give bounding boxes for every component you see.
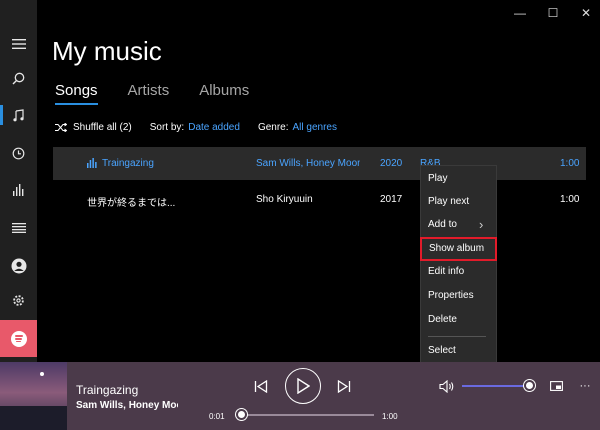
song-artist: Sho Kiryuuin	[256, 194, 313, 205]
minimize-button[interactable]: —	[507, 4, 533, 22]
song-title: 世界が終るまでは...	[87, 198, 176, 209]
sort-label: Sort by:	[149, 122, 185, 133]
menu-item-show-album[interactable]: Show album	[420, 237, 497, 261]
now-playing-bars-icon	[87, 158, 97, 171]
menu-item-delete[interactable]: Delete	[421, 310, 496, 330]
previous-icon	[254, 379, 268, 393]
shuffle-icon	[55, 123, 67, 132]
genre-label: Genre:	[257, 122, 289, 133]
spotify-button[interactable]	[0, 320, 37, 357]
menu-divider	[428, 336, 486, 337]
settings-icon[interactable]	[0, 282, 37, 318]
total-time: 1:00	[382, 412, 398, 421]
elapsed-time: 0:01	[209, 412, 225, 421]
volume-slider[interactable]	[462, 385, 528, 387]
filter-bar: Shuffle all (2) Sort by: Date added Genr…	[55, 122, 337, 133]
menu-item-properties[interactable]: Properties	[421, 286, 496, 306]
mini-view-button[interactable]	[548, 377, 564, 395]
hamburger-menu-icon[interactable]	[0, 26, 37, 62]
tab-artists[interactable]: Artists	[128, 82, 170, 105]
player-bar: Traingazing Sam Wills, Honey Moon 0:01 1…	[0, 362, 600, 430]
menu-item-add-to[interactable]: Add to ›	[421, 215, 496, 235]
volume-handle[interactable]	[524, 380, 535, 391]
song-duration: 1:00	[560, 194, 580, 205]
speaker-icon	[439, 379, 454, 393]
context-menu: Play Play next Add to › Show album Edit …	[420, 165, 497, 366]
song-year: 2020	[380, 158, 403, 169]
music-note-icon[interactable]	[0, 97, 37, 133]
play-button[interactable]	[285, 368, 321, 404]
menu-item-label: Add to	[428, 219, 457, 230]
now-playing-bars-icon[interactable]	[0, 172, 37, 208]
now-playing-title[interactable]: Traingazing	[76, 383, 138, 397]
page-title: My music	[52, 36, 162, 66]
chevron-right-icon: ›	[479, 217, 484, 232]
genre-dropdown[interactable]: All genres	[293, 122, 337, 133]
next-icon	[337, 379, 351, 393]
menu-item-play[interactable]: Play	[421, 169, 496, 189]
tab-songs[interactable]: Songs	[55, 82, 98, 105]
menu-item-play-next[interactable]: Play next	[421, 192, 496, 212]
shuffle-all-button[interactable]: Shuffle all (2)	[73, 122, 132, 133]
tab-albums[interactable]: Albums	[199, 82, 249, 105]
song-duration: 1:00	[560, 158, 580, 169]
seek-handle[interactable]	[236, 409, 247, 420]
close-button[interactable]: ✕	[573, 4, 599, 22]
playlist-icon[interactable]	[0, 210, 37, 246]
view-tabs: Songs Artists Albums	[55, 82, 249, 105]
mini-player-icon	[549, 381, 563, 391]
nav-rail	[0, 0, 37, 362]
song-title: Traingazing	[102, 158, 154, 169]
next-button[interactable]	[335, 377, 353, 395]
play-icon	[297, 378, 310, 394]
menu-item-edit-info[interactable]: Edit info	[421, 262, 496, 282]
previous-button[interactable]	[252, 377, 270, 395]
maximize-button[interactable]: ☐	[540, 4, 566, 22]
song-artist: Sam Wills, Honey Moon	[256, 158, 360, 169]
spotify-icon	[10, 330, 27, 347]
now-playing-artist[interactable]: Sam Wills, Honey Moon	[76, 400, 178, 411]
volume-button[interactable]	[438, 377, 456, 395]
more-options-button[interactable]: ···	[576, 377, 594, 395]
menu-item-select[interactable]: Select	[421, 341, 496, 361]
search-icon[interactable]	[0, 60, 37, 96]
song-year: 2017	[380, 194, 403, 205]
recent-clock-icon[interactable]	[0, 135, 37, 171]
song-row[interactable]: 世界が終るまでは... Sho Kiryuuin 2017 1:00	[53, 183, 586, 216]
song-row[interactable]: Traingazing Sam Wills, Honey Moon 2020 R…	[53, 147, 586, 180]
account-icon[interactable]	[0, 248, 37, 284]
sort-dropdown[interactable]: Date added	[188, 122, 240, 133]
album-art[interactable]	[0, 362, 67, 430]
seek-bar[interactable]	[242, 414, 374, 416]
